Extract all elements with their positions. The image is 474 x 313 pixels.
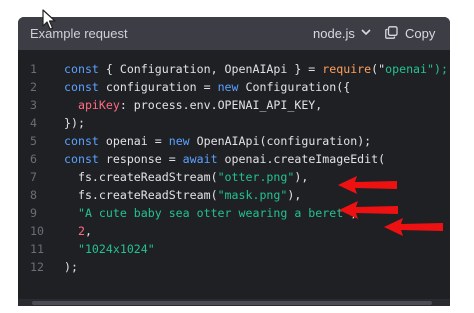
- code-token: OpenAIApi(configuration);: [189, 134, 372, 148]
- code-token: await: [182, 152, 218, 166]
- code-token: );: [64, 260, 78, 274]
- line-number: 1: [30, 62, 37, 76]
- code-text: 2,: [64, 223, 92, 239]
- code-token: Configuration({: [238, 80, 351, 94]
- line-number: 11: [30, 242, 44, 256]
- copy-icon: [385, 26, 398, 39]
- code-text: fs.createReadStream("otter.png"),: [64, 169, 308, 185]
- code-token: (": [371, 62, 386, 76]
- code-text: apiKey: process.env.OPENAI_API_KEY,: [64, 97, 322, 113]
- code-example-panel: Example request node.js Copy 1 const { Co…: [18, 17, 450, 306]
- code-token: new: [217, 80, 239, 94]
- code-token: const: [64, 152, 99, 166]
- line-number: 6: [30, 152, 37, 166]
- code-token: "1024x1024": [64, 242, 155, 256]
- code-token: "mask.png": [217, 188, 288, 202]
- code-text: const configuration = new Configuration(…: [64, 79, 350, 95]
- code-text: const openai = new OpenAIApi(configurati…: [64, 133, 371, 149]
- code-token: ,: [84, 224, 92, 238]
- code-token: fs.createReadStream(: [64, 188, 218, 202]
- code-token: require: [322, 62, 372, 76]
- code-token: });: [64, 116, 85, 130]
- code-text: "A cute baby sea otter wearing a beret",: [64, 205, 357, 221]
- panel-header: Example request node.js Copy: [18, 17, 450, 50]
- scrollbar-thumb[interactable]: [32, 301, 432, 305]
- language-selector[interactable]: node.js: [313, 26, 355, 41]
- copy-button-label: Copy: [405, 26, 436, 41]
- code-token: openai =: [98, 134, 169, 148]
- code-text: );: [64, 259, 78, 275]
- code-token: openai");: [385, 62, 448, 76]
- code-token: 2: [64, 224, 85, 238]
- code-token: openai.createImageEdit(: [217, 152, 386, 166]
- copy-button[interactable]: Copy: [385, 24, 443, 44]
- line-number: 2: [30, 80, 37, 94]
- code-text: fs.createReadStream("mask.png"),: [64, 187, 301, 203]
- code-token: const: [64, 80, 99, 94]
- line-number: 9: [30, 206, 37, 220]
- code-text: "1024x1024": [64, 241, 155, 257]
- red-arrow-annotation: [338, 176, 397, 194]
- mouse-cursor-icon: [42, 9, 56, 30]
- line-number: 7: [30, 170, 37, 184]
- horizontal-scrollbar[interactable]: [18, 299, 450, 306]
- line-number: 12: [30, 260, 44, 274]
- code-token: new: [168, 134, 190, 148]
- code-token: "otter.png": [217, 170, 295, 184]
- code-text: const { Configuration, OpenAIApi } = req…: [64, 61, 448, 77]
- code-token: const: [64, 134, 99, 148]
- code-token: response =: [98, 152, 183, 166]
- red-arrow-annotation: [384, 218, 443, 236]
- code-token: const: [64, 62, 99, 76]
- line-number: 8: [30, 188, 37, 202]
- code-token: fs.createReadStream(: [64, 170, 218, 184]
- line-number: 4: [30, 116, 37, 130]
- code-token: "A cute baby sea otter wearing a beret": [64, 206, 351, 220]
- line-number: 10: [30, 224, 44, 238]
- code-token: apiKey: [64, 98, 120, 112]
- chevron-down-icon[interactable]: [361, 28, 371, 36]
- line-number: 3: [30, 98, 37, 112]
- code-token: ),: [294, 170, 309, 184]
- code-token: { Configuration, OpenAIApi } =: [98, 62, 323, 76]
- line-number: 5: [30, 134, 37, 148]
- code-token: configuration =: [98, 80, 218, 94]
- code-token: ),: [287, 188, 302, 202]
- code-text: });: [64, 115, 85, 131]
- code-token: : process.env.OPENAI_API_KEY,: [119, 98, 323, 112]
- code-text: const response = await openai.createImag…: [64, 151, 385, 167]
